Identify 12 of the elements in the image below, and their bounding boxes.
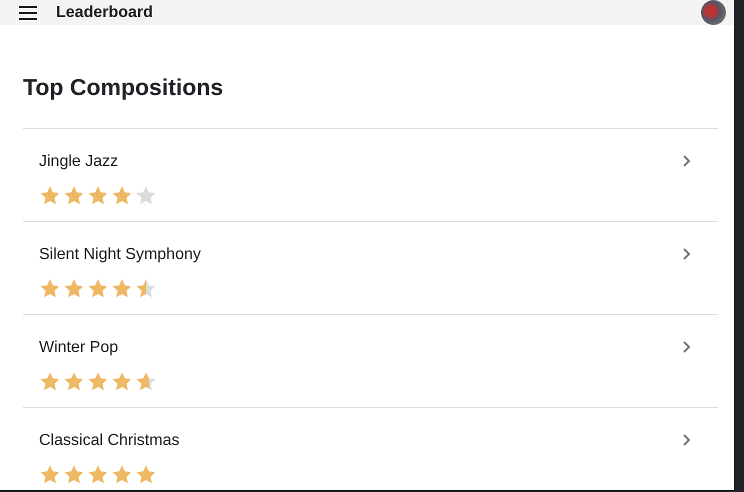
composition-item[interactable]: Classical Christmas xyxy=(23,406,718,490)
composition-title: Winter Pop xyxy=(39,338,120,358)
composition-title: Classical Christmas xyxy=(39,430,180,451)
composition-item[interactable]: Jingle Jazz xyxy=(23,128,718,221)
app-title: Leaderboard xyxy=(56,2,153,22)
avatar[interactable] xyxy=(701,0,726,25)
composition-item[interactable]: Winter Pop xyxy=(23,314,718,407)
menu-icon xyxy=(18,4,38,20)
composition-title: Silent Night Symphony xyxy=(39,244,202,265)
composition-item[interactable]: Silent Night Symphony xyxy=(23,220,718,314)
page-heading: Top Compositions xyxy=(23,74,224,102)
composition-title: Jingle Jazz xyxy=(39,152,120,172)
